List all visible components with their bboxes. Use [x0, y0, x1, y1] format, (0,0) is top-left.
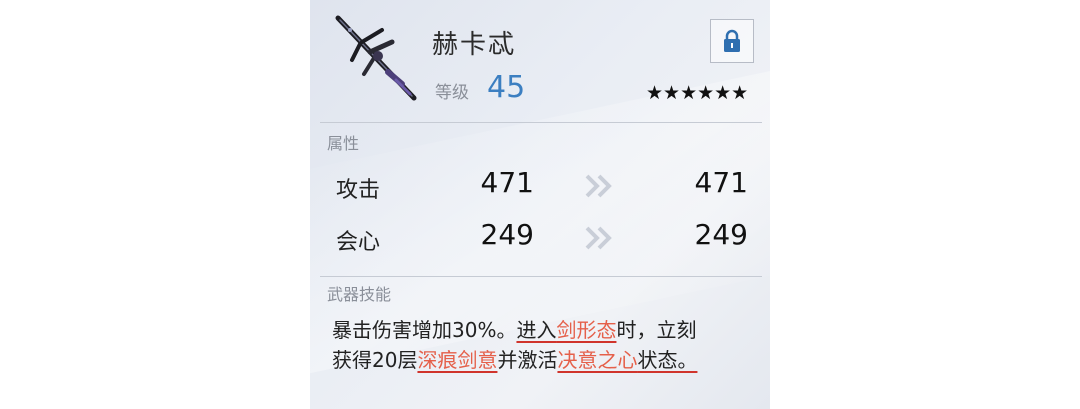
divider: [320, 122, 762, 123]
skill-text: 状态。: [637, 348, 698, 372]
stat-name-attack: 攻击: [336, 178, 381, 203]
skill-section-label: 武器技能: [327, 285, 392, 304]
stat-old-attack: 471: [480, 166, 534, 199]
stat-old-crit: 249: [480, 218, 534, 251]
skill-text: 并激活: [497, 348, 558, 372]
weapon-name: 赫卡忒: [432, 30, 517, 60]
divider: [320, 276, 762, 277]
skill-text: 暴击伤害增加30%。: [332, 318, 517, 342]
spear-weapon-icon: [335, 15, 417, 101]
double-chevron-right-icon: [585, 174, 612, 198]
skill-text: 进入: [516, 318, 557, 342]
stat-new-crit: 249: [694, 218, 748, 251]
stat-new-attack: 471: [694, 166, 748, 199]
level-value: 45: [487, 70, 526, 105]
attributes-section-label: 属性: [327, 134, 360, 153]
skill-keyword: 深痕剑意: [417, 348, 498, 372]
lock-icon: [724, 29, 740, 52]
level-label: 等级: [435, 83, 469, 103]
skill-text-underlined: 决意之心状态。: [557, 348, 697, 372]
weapon-detail-card: 赫卡忒 等级 45 ★★★★★★ 属性 攻击 471 471 会心 249 24…: [310, 0, 770, 409]
skill-text: 获得20层: [332, 348, 418, 372]
skill-description: 暴击伤害增加30%。进入剑形态时，立刻 获得20层深痕剑意并激活决意之心状态。: [332, 315, 762, 375]
double-chevron-right-icon: [585, 226, 612, 250]
stat-name-crit: 会心: [336, 230, 381, 255]
rarity-stars: ★★★★★★: [646, 82, 749, 104]
skill-text: 时，立刻: [616, 318, 697, 342]
skill-keyword: 剑形态: [556, 318, 617, 342]
skill-text-underlined: 进入剑形态: [516, 318, 616, 342]
lock-button[interactable]: [710, 19, 754, 63]
skill-keyword: 决意之心: [557, 348, 638, 372]
